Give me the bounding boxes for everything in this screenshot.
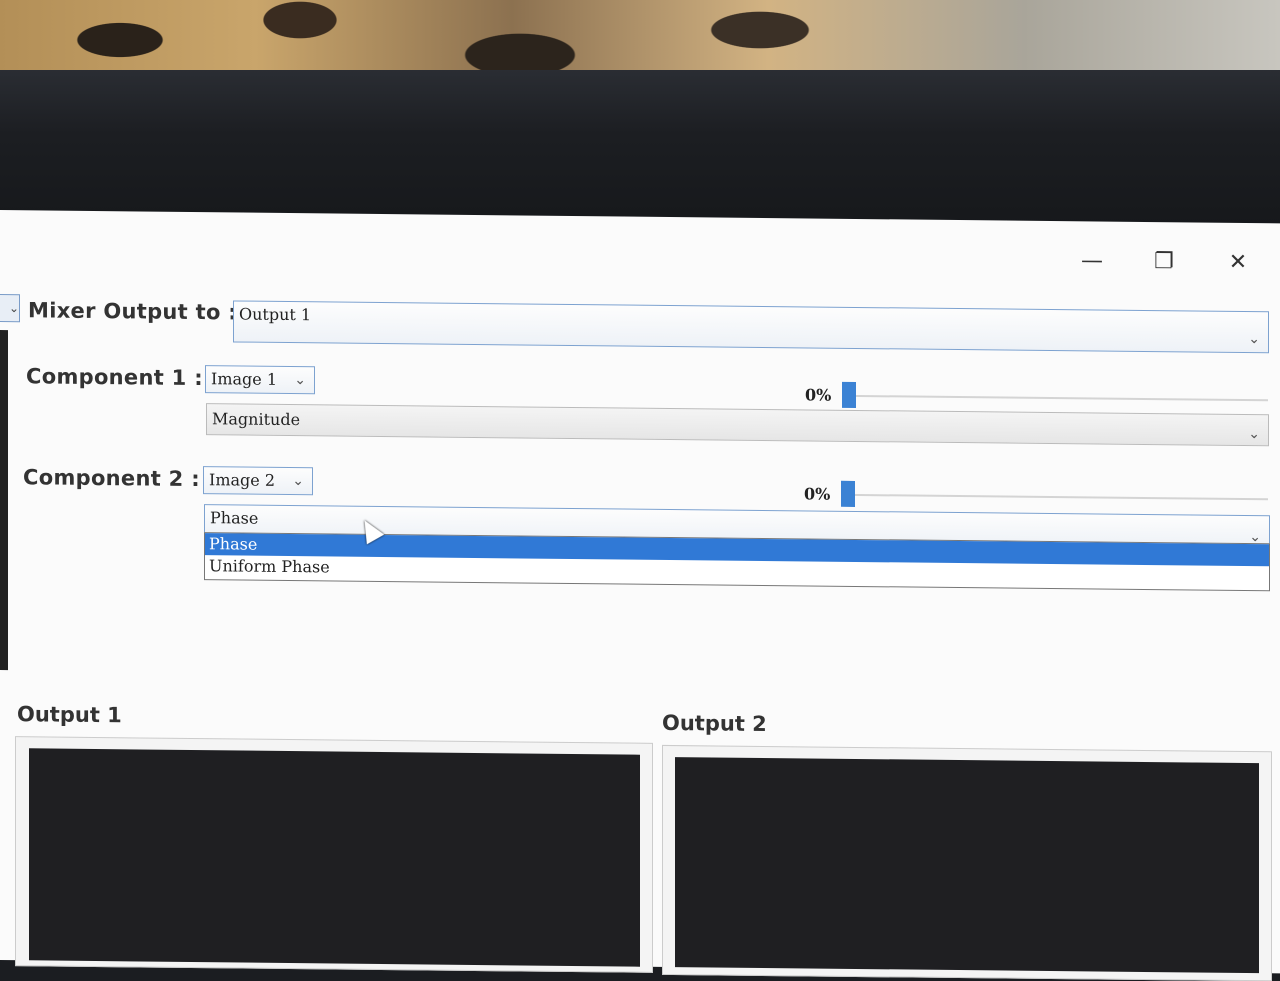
component1-mode-select[interactable]: Magnitude ⌄ xyxy=(206,403,1269,447)
component1-image-select[interactable]: Image 1 ⌄ xyxy=(205,365,315,395)
component1-label: Component 1 : xyxy=(26,364,203,391)
output1-title: Output 1 xyxy=(17,702,122,728)
left-edge-dropdown[interactable]: ⌄ xyxy=(0,293,20,323)
component2-image-value: Image 2 xyxy=(209,470,276,490)
restore-icon[interactable]: ❐ xyxy=(1144,242,1184,282)
close-icon[interactable]: ✕ xyxy=(1218,243,1258,283)
minimize-icon[interactable]: — xyxy=(1072,241,1112,281)
laptop-bezel xyxy=(0,70,1280,230)
chevron-down-icon: ⌄ xyxy=(1248,426,1260,443)
component2-slider-track[interactable] xyxy=(848,493,1268,501)
output2-title: Output 2 xyxy=(662,710,767,737)
left-panel-edge xyxy=(0,330,8,671)
mixer-output-label: Mixer Output to : xyxy=(28,298,237,325)
component2-percent: 0% xyxy=(804,484,831,504)
component1-mode-value: Magnitude xyxy=(212,409,301,430)
chevron-down-icon: ⌄ xyxy=(294,372,306,389)
mixer-output-value: Output 1 xyxy=(239,304,312,325)
app-window: — ❐ ✕ ⌄ Mixer Output to : Output 1 ⌄ Com… xyxy=(0,210,1280,981)
component2-mode-value: Phase xyxy=(210,508,259,528)
component2-image-select[interactable]: Image 2 ⌄ xyxy=(203,466,313,496)
output2-canvas[interactable] xyxy=(675,757,1259,974)
chevron-down-icon: ⌄ xyxy=(292,473,304,490)
component2-label: Component 2 : xyxy=(23,465,200,492)
output1-canvas[interactable] xyxy=(29,748,640,967)
component1-percent: 0% xyxy=(805,385,832,405)
component1-image-value: Image 1 xyxy=(211,369,278,389)
title-bar: — ❐ ✕ xyxy=(0,210,1280,293)
chevron-down-icon: ⌄ xyxy=(1248,331,1260,348)
chevron-down-icon: ⌄ xyxy=(8,301,19,316)
component1-slider-track[interactable] xyxy=(848,394,1268,402)
component1-slider-thumb[interactable] xyxy=(842,381,856,408)
mixer-output-select[interactable]: Output 1 ⌄ xyxy=(233,300,1269,354)
component2-mode-dropdown: Phase Uniform Phase xyxy=(204,532,1270,592)
component2-slider-thumb[interactable] xyxy=(841,480,855,507)
